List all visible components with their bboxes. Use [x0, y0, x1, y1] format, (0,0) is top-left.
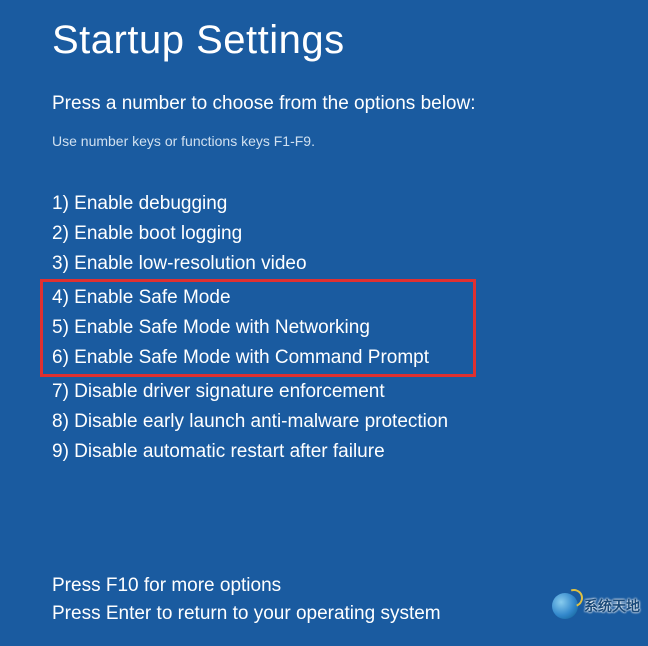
footer-return[interactable]: Press Enter to return to your operating …: [52, 600, 596, 628]
option-enable-low-res-video[interactable]: 3) Enable low-resolution video: [52, 249, 596, 279]
footer-more-options[interactable]: Press F10 for more options: [52, 572, 596, 600]
safe-mode-highlight: 4) Enable Safe Mode 5) Enable Safe Mode …: [40, 279, 476, 377]
startup-settings-screen: Startup Settings Press a number to choos…: [0, 0, 648, 646]
watermark: 系统天地: [552, 593, 640, 619]
globe-icon: [552, 593, 578, 619]
watermark-text: 系统天地: [584, 596, 640, 616]
option-enable-safe-mode-networking[interactable]: 5) Enable Safe Mode with Networking: [52, 313, 473, 343]
option-enable-safe-mode-cmd[interactable]: 6) Enable Safe Mode with Command Prompt: [52, 343, 473, 373]
option-disable-driver-signature[interactable]: 7) Disable driver signature enforcement: [52, 377, 596, 407]
option-enable-debugging[interactable]: 1) Enable debugging: [52, 189, 596, 219]
option-disable-auto-restart[interactable]: 9) Disable automatic restart after failu…: [52, 437, 596, 467]
page-subtitle: Press a number to choose from the option…: [52, 93, 596, 115]
key-hint: Use number keys or functions keys F1-F9.: [52, 133, 596, 149]
option-disable-early-launch-antimalware[interactable]: 8) Disable early launch anti-malware pro…: [52, 407, 596, 437]
page-title: Startup Settings: [52, 18, 596, 63]
options-list: 1) Enable debugging 2) Enable boot loggi…: [52, 189, 596, 467]
option-enable-boot-logging[interactable]: 2) Enable boot logging: [52, 219, 596, 249]
option-enable-safe-mode[interactable]: 4) Enable Safe Mode: [52, 283, 473, 313]
